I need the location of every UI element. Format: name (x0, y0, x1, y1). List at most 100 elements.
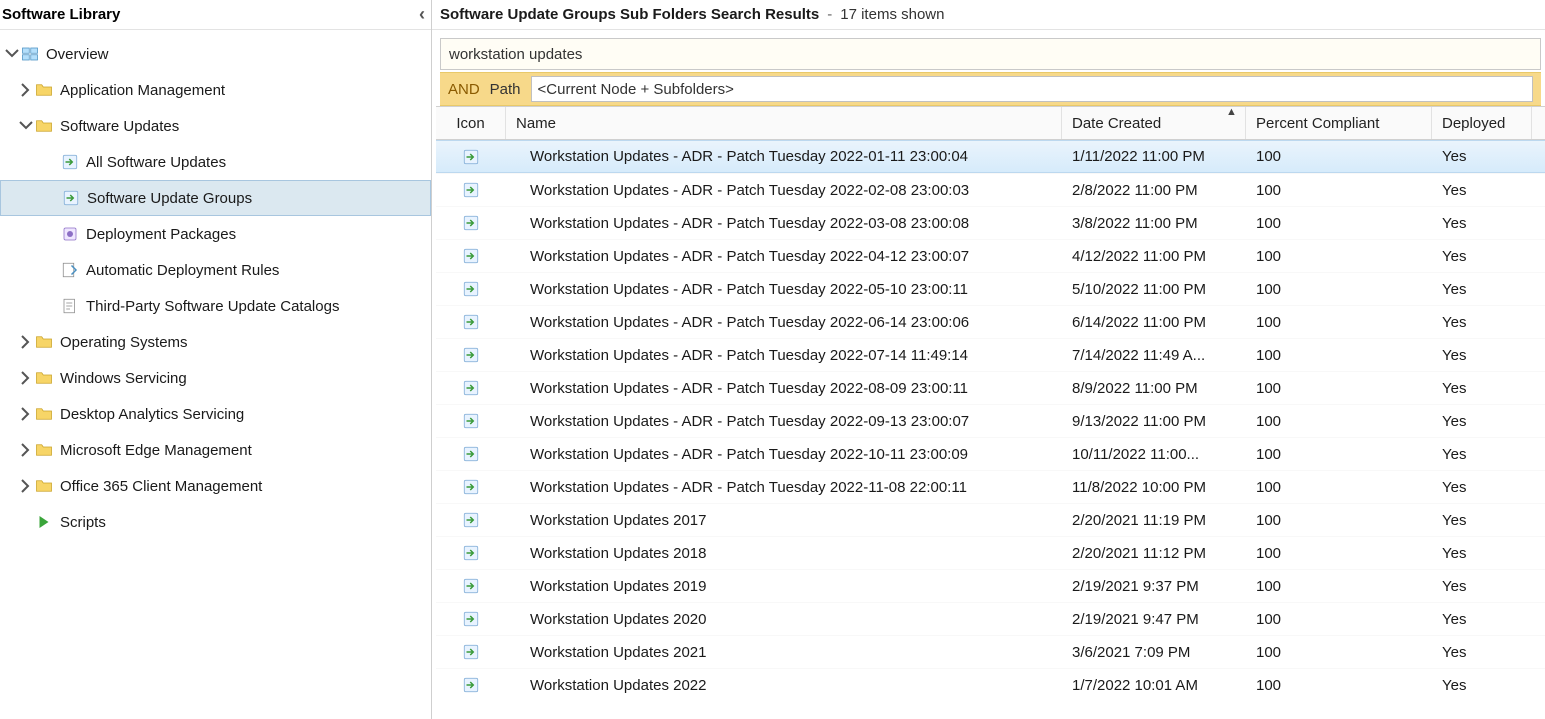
table-row[interactable]: Workstation Updates - ADR - Patch Tuesda… (436, 140, 1545, 173)
tree-node-o365-management[interactable]: Office 365 Client Management (0, 468, 431, 504)
col-name[interactable]: Name (506, 107, 1062, 139)
row-deployed: Yes (1432, 148, 1532, 165)
row-deployed: Yes (1432, 248, 1532, 265)
tree-node-app-management[interactable]: Application Management (0, 72, 431, 108)
tree-label: Deployment Packages (86, 226, 236, 243)
update-group-icon (461, 378, 481, 398)
col-date-created[interactable]: Date Created (1062, 107, 1246, 139)
grid-body: Workstation Updates - ADR - Patch Tuesda… (436, 140, 1545, 719)
row-deployed: Yes (1432, 479, 1532, 496)
row-date: 8/9/2022 11:00 PM (1062, 380, 1246, 397)
row-name: Workstation Updates 2018 (506, 545, 1062, 562)
row-percent: 100 (1246, 413, 1432, 430)
sort-ascending-icon[interactable]: ▲ (1226, 106, 1237, 118)
row-name: Workstation Updates - ADR - Patch Tuesda… (506, 215, 1062, 232)
table-row[interactable]: Workstation Updates 20213/6/2021 7:09 PM… (436, 635, 1545, 668)
row-name: Workstation Updates - ADR - Patch Tuesda… (506, 248, 1062, 265)
update-group-icon (461, 510, 481, 530)
tree-node-desktop-analytics[interactable]: Desktop Analytics Servicing (0, 396, 431, 432)
update-group-icon (461, 411, 481, 431)
tree-node-overview[interactable]: Overview (0, 36, 431, 72)
tree-node-windows-servicing[interactable]: Windows Servicing (0, 360, 431, 396)
col-icon[interactable]: Icon (436, 107, 506, 139)
update-group-icon (461, 576, 481, 596)
table-row[interactable]: Workstation Updates - ADR - Patch Tuesda… (436, 173, 1545, 206)
row-name: Workstation Updates - ADR - Patch Tuesda… (506, 413, 1062, 430)
expander-icon[interactable] (18, 478, 34, 494)
row-icon (436, 642, 506, 662)
filter-path-input[interactable] (531, 76, 1533, 102)
folder-icon (34, 404, 54, 424)
results-separator: - (827, 6, 832, 23)
expander-icon[interactable] (18, 406, 34, 422)
row-deployed: Yes (1432, 644, 1532, 661)
table-row[interactable]: Workstation Updates - ADR - Patch Tuesda… (436, 470, 1545, 503)
row-percent: 100 (1246, 578, 1432, 595)
expander-icon[interactable] (18, 118, 34, 134)
table-row[interactable]: Workstation Updates 20182/20/2021 11:12 … (436, 536, 1545, 569)
col-label: Deployed (1442, 115, 1505, 132)
row-icon (436, 477, 506, 497)
table-row[interactable]: Workstation Updates 20221/7/2022 10:01 A… (436, 668, 1545, 701)
table-row[interactable]: Workstation Updates - ADR - Patch Tuesda… (436, 272, 1545, 305)
tree-node-all-software-updates[interactable]: · All Software Updates (0, 144, 431, 180)
catalog-icon (60, 296, 80, 316)
row-icon (436, 543, 506, 563)
col-deployed[interactable]: Deployed (1432, 107, 1532, 139)
expander-icon[interactable] (18, 334, 34, 350)
table-row[interactable]: Workstation Updates - ADR - Patch Tuesda… (436, 305, 1545, 338)
row-date: 4/12/2022 11:00 PM (1062, 248, 1246, 265)
tree-node-adr[interactable]: · Automatic Deployment Rules (0, 252, 431, 288)
row-deployed: Yes (1432, 314, 1532, 331)
row-deployed: Yes (1432, 413, 1532, 430)
col-percent-compliant[interactable]: Percent Compliant (1246, 107, 1432, 139)
expander-icon[interactable] (4, 46, 20, 62)
table-row[interactable]: Workstation Updates - ADR - Patch Tuesda… (436, 338, 1545, 371)
tree-node-scripts[interactable]: · Scripts (0, 504, 431, 540)
tree-node-edge-management[interactable]: Microsoft Edge Management (0, 432, 431, 468)
row-date: 2/19/2021 9:37 PM (1062, 578, 1246, 595)
row-icon (436, 147, 506, 167)
row-percent: 100 (1246, 148, 1432, 165)
row-icon (436, 246, 506, 266)
col-label: Percent Compliant (1256, 115, 1379, 132)
tree-node-software-update-groups[interactable]: · Software Update Groups (0, 180, 431, 216)
table-row[interactable]: Workstation Updates - ADR - Patch Tuesda… (436, 206, 1545, 239)
tree-label: Application Management (60, 82, 225, 99)
row-percent: 100 (1246, 248, 1432, 265)
update-group-icon (461, 609, 481, 629)
row-date: 2/20/2021 11:12 PM (1062, 545, 1246, 562)
tree-node-software-updates[interactable]: Software Updates (0, 108, 431, 144)
row-deployed: Yes (1432, 545, 1532, 562)
row-icon (436, 609, 506, 629)
row-percent: 100 (1246, 611, 1432, 628)
tree-node-third-party-catalogs[interactable]: · Third-Party Software Update Catalogs (0, 288, 431, 324)
tree-node-deployment-packages[interactable]: · Deployment Packages (0, 216, 431, 252)
row-date: 10/11/2022 11:00... (1062, 446, 1246, 463)
search-input[interactable] (440, 38, 1541, 70)
table-row[interactable]: Workstation Updates - ADR - Patch Tuesda… (436, 437, 1545, 470)
table-row[interactable]: Workstation Updates - ADR - Patch Tuesda… (436, 404, 1545, 437)
tree-node-operating-systems[interactable]: Operating Systems (0, 324, 431, 360)
collapse-nav-icon[interactable] (419, 4, 425, 25)
row-date: 2/20/2021 11:19 PM (1062, 512, 1246, 529)
expander-icon[interactable] (18, 370, 34, 386)
row-percent: 100 (1246, 677, 1432, 694)
results-header: Software Update Groups Sub Folders Searc… (432, 0, 1545, 30)
row-icon (436, 279, 506, 299)
update-group-icon (461, 444, 481, 464)
table-row[interactable]: Workstation Updates 20172/20/2021 11:19 … (436, 503, 1545, 536)
grid-header: ▲ Icon Name Date Created Percent Complia… (436, 106, 1545, 140)
filter-bar: AND Path (440, 72, 1541, 106)
row-percent: 100 (1246, 182, 1432, 199)
row-icon (436, 312, 506, 332)
table-row[interactable]: Workstation Updates - ADR - Patch Tuesda… (436, 371, 1545, 404)
row-percent: 100 (1246, 314, 1432, 331)
table-row[interactable]: Workstation Updates - ADR - Patch Tuesda… (436, 239, 1545, 272)
table-row[interactable]: Workstation Updates 20192/19/2021 9:37 P… (436, 569, 1545, 602)
expander-icon[interactable] (18, 82, 34, 98)
overview-icon (20, 44, 40, 64)
table-row[interactable]: Workstation Updates 20202/19/2021 9:47 P… (436, 602, 1545, 635)
expander-icon[interactable] (18, 442, 34, 458)
tree-label: Software Update Groups (87, 190, 252, 207)
